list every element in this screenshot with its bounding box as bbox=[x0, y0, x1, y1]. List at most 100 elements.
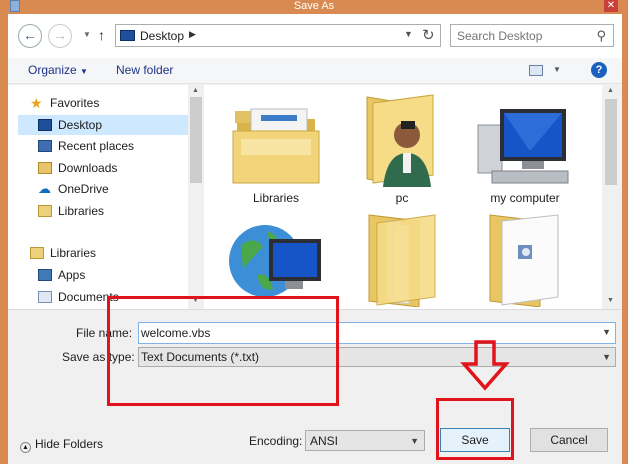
computer-icon bbox=[477, 109, 569, 184]
new-folder-button[interactable]: New folder bbox=[116, 63, 173, 77]
save-type-label: Save as type: bbox=[62, 350, 135, 364]
back-button[interactable]: ← bbox=[18, 24, 42, 48]
annotation-arrow-icon bbox=[460, 340, 510, 391]
onedrive-icon: ☁ bbox=[38, 181, 51, 196]
file-item-my-computer[interactable]: my computer bbox=[470, 91, 580, 209]
encoding-value: ANSI bbox=[310, 434, 339, 448]
nav-item-label: OneDrive bbox=[58, 182, 109, 196]
file-name-label: File name: bbox=[76, 326, 133, 340]
encoding-select[interactable]: ANSI ▼ bbox=[305, 430, 425, 451]
forward-arrow-icon: → bbox=[53, 27, 67, 43]
chevron-down-icon: ▼ bbox=[410, 436, 419, 446]
save-button[interactable]: Save bbox=[440, 428, 510, 452]
scroll-up-icon[interactable]: ▲ bbox=[192, 87, 199, 94]
nav-item-label: Libraries bbox=[50, 246, 97, 260]
user-folder-icon bbox=[366, 94, 434, 188]
file-item-label: my computer bbox=[490, 191, 560, 205]
address-dropdown[interactable]: ▼ bbox=[404, 29, 413, 39]
file-item-pc[interactable]: pc bbox=[347, 91, 457, 209]
recent-places-icon bbox=[38, 140, 52, 152]
file-folder-icon bbox=[489, 214, 559, 308]
apps-icon bbox=[38, 269, 52, 281]
file-list: Libraries pc my computer bbox=[204, 85, 602, 309]
scroll-down-icon[interactable]: ▼ bbox=[192, 297, 199, 304]
nav-item-documents[interactable]: Documents bbox=[18, 287, 188, 307]
chevron-up-icon: ▲ bbox=[20, 442, 31, 453]
change-view-icon[interactable] bbox=[529, 65, 543, 76]
file-item-file-folder[interactable] bbox=[470, 211, 580, 309]
cancel-button[interactable]: Cancel bbox=[530, 428, 608, 452]
search-input[interactable] bbox=[457, 26, 597, 46]
folder-icon bbox=[368, 214, 436, 308]
back-arrow-icon: ← bbox=[23, 27, 37, 43]
scroll-down-icon[interactable]: ▼ bbox=[607, 297, 614, 304]
nav-item-label: Recent places bbox=[58, 139, 135, 153]
libraries-icon bbox=[30, 247, 44, 259]
star-icon: ★ bbox=[30, 95, 43, 111]
save-type-select[interactable]: Text Documents (*.txt) ▼ bbox=[138, 347, 616, 367]
documents-icon bbox=[38, 291, 52, 303]
scrollbar-thumb[interactable] bbox=[605, 99, 617, 185]
chevron-down-icon: ▼ bbox=[80, 67, 88, 76]
nav-item-label: Downloads bbox=[58, 161, 118, 175]
nav-item-label: Desktop bbox=[58, 118, 103, 132]
file-name-field[interactable]: ▼ bbox=[138, 322, 616, 344]
encoding-label: Encoding: bbox=[249, 434, 303, 448]
nav-item-libraries[interactable]: Libraries bbox=[8, 243, 188, 263]
scroll-up-icon[interactable]: ▲ bbox=[607, 87, 614, 94]
nav-item-label: Documents bbox=[58, 290, 119, 304]
nav-item-label: Apps bbox=[58, 268, 86, 282]
chevron-down-icon: ▼ bbox=[602, 352, 611, 362]
refresh-icon[interactable]: ↻ bbox=[422, 26, 435, 44]
file-item-folder[interactable] bbox=[347, 211, 457, 309]
window-border-left bbox=[0, 14, 8, 464]
nav-item-apps[interactable]: Apps bbox=[18, 265, 188, 285]
organize-label: Organize bbox=[28, 63, 77, 77]
close-button[interactable]: ✕ bbox=[604, 0, 618, 12]
window-border-right bbox=[622, 14, 628, 464]
address-location[interactable]: Desktop bbox=[140, 29, 184, 43]
search-icon[interactable]: ⚲ bbox=[596, 28, 606, 44]
network-icon bbox=[229, 225, 321, 297]
nav-item-onedrive[interactable]: ☁ OneDrive bbox=[18, 179, 188, 199]
navigation-scrollbar[interactable]: ▲ ▼ bbox=[188, 85, 204, 309]
nav-item-libraries-fav[interactable]: Libraries bbox=[18, 201, 188, 221]
desktop-icon bbox=[38, 119, 52, 131]
address-bar[interactable]: Desktop ▶ ▼ ↻ bbox=[115, 24, 441, 47]
file-item-libraries[interactable]: Libraries bbox=[221, 91, 331, 209]
nav-item-desktop[interactable]: Desktop bbox=[18, 115, 188, 135]
recent-locations-dropdown[interactable]: ▼ bbox=[83, 30, 91, 39]
nav-item-recent-places[interactable]: Recent places bbox=[18, 136, 188, 156]
help-icon[interactable]: ? bbox=[591, 62, 607, 78]
view-options-dropdown[interactable]: ▼ bbox=[553, 65, 561, 74]
nav-item-downloads[interactable]: Downloads bbox=[18, 158, 188, 178]
window-title: Save As bbox=[293, 0, 335, 12]
save-form: File name: ▼ Save as type: Text Document… bbox=[8, 309, 622, 464]
file-name-input[interactable] bbox=[141, 324, 581, 342]
libraries-folder-icon bbox=[232, 108, 320, 184]
nav-item-label: Libraries bbox=[58, 204, 105, 218]
file-list-scrollbar[interactable]: ▲ ▼ bbox=[602, 85, 620, 309]
downloads-icon bbox=[38, 162, 52, 174]
breadcrumb-chevron-icon[interactable]: ▶ bbox=[189, 29, 196, 40]
forward-button[interactable]: → bbox=[48, 24, 72, 48]
hide-folders-button[interactable]: ▲ Hide Folders bbox=[20, 437, 103, 453]
file-name-dropdown[interactable]: ▼ bbox=[602, 327, 611, 337]
libraries-icon bbox=[38, 205, 52, 217]
toolbar: Organize ▼ New folder ▼ ? bbox=[8, 58, 622, 84]
nav-item-label: Favorites bbox=[50, 96, 100, 110]
navigation-pane: ★ Favorites Desktop Recent places Downlo… bbox=[8, 85, 204, 309]
search-box: ⚲ bbox=[450, 24, 614, 47]
save-type-value: Text Documents (*.txt) bbox=[141, 350, 260, 364]
nav-item-favorites[interactable]: ★ Favorites bbox=[8, 93, 188, 113]
file-item-label: Libraries bbox=[252, 191, 300, 205]
file-item-network[interactable] bbox=[221, 211, 331, 309]
desktop-icon bbox=[120, 30, 135, 41]
file-item-label: pc bbox=[395, 191, 409, 205]
scrollbar-thumb[interactable] bbox=[190, 97, 202, 183]
organize-button[interactable]: Organize ▼ bbox=[28, 63, 88, 77]
title-bar: Save As ✕ bbox=[0, 0, 628, 14]
hide-folders-label: Hide Folders bbox=[35, 437, 104, 451]
up-button[interactable]: ↑ bbox=[98, 27, 105, 43]
address-row: ← → ▼ ↑ Desktop ▶ ▼ ↻ ⚲ bbox=[8, 14, 622, 58]
